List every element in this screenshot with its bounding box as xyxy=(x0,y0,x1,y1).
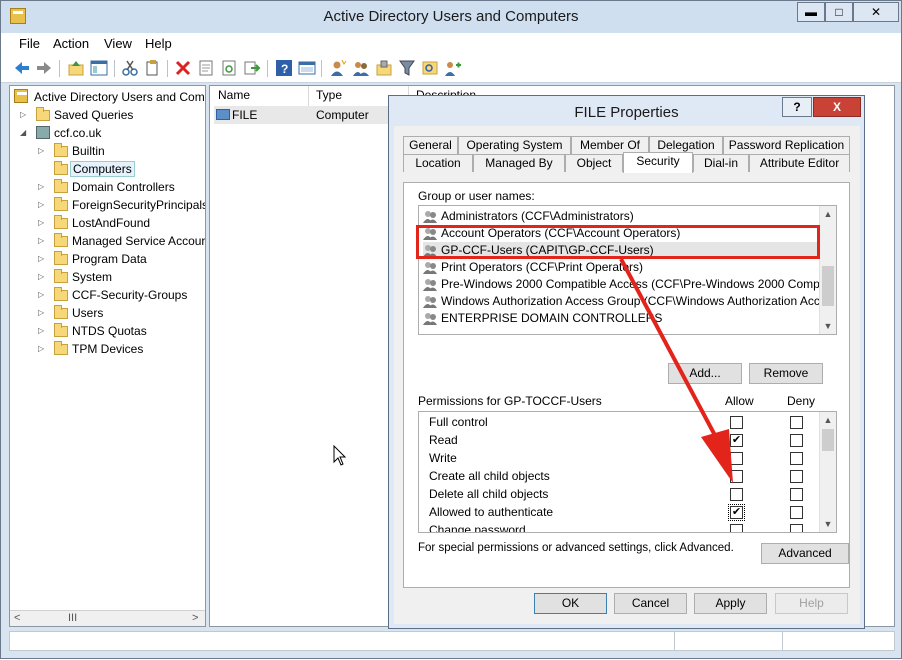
main-window: Active Directory Users and Computers ▬ □… xyxy=(0,0,902,659)
tab-security[interactable]: Security xyxy=(623,152,693,173)
annotation-arrow-icon xyxy=(619,258,733,483)
